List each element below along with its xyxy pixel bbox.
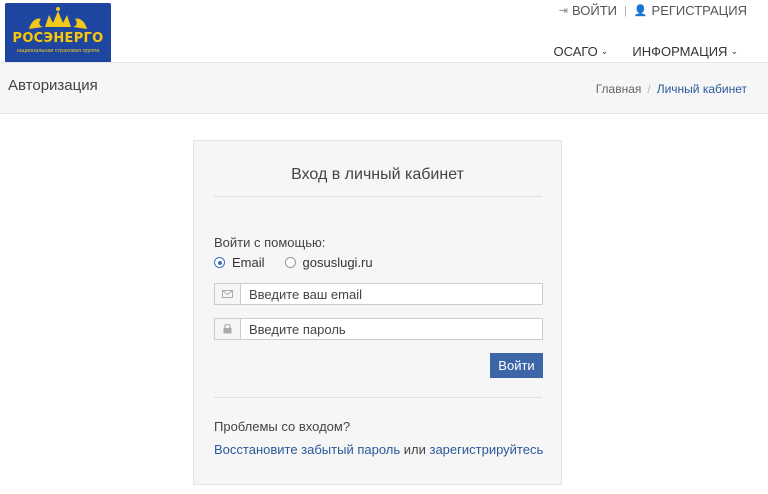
page-titlebar: Авторизация Главная / Личный кабинет	[0, 62, 768, 114]
register-link-label: РЕГИСТРАЦИЯ	[651, 3, 747, 18]
password-input-group	[214, 318, 543, 340]
login-title: Вход в личный кабинет	[291, 166, 464, 183]
login-link-label: ВОЙТИ	[572, 3, 617, 18]
radio-gosuslugi[interactable]: gosuslugi.ru	[284, 255, 373, 270]
lock-icon	[215, 319, 241, 339]
chevron-down-icon: ⌄	[730, 46, 738, 56]
divider	[214, 397, 542, 398]
user-plus-icon: 👤	[633, 5, 648, 17]
breadcrumb: Главная / Личный кабинет	[596, 82, 747, 96]
recover-line: Восстановите забытый пароль или зарегист…	[214, 442, 543, 457]
radio-unchecked-icon	[284, 257, 296, 268]
radio-checked-icon	[214, 257, 225, 268]
login-method-group: Email gosuslugi.ru	[214, 255, 393, 270]
nav-item-label: ИНФОРМАЦИЯ	[632, 44, 728, 59]
radio-email[interactable]: Email	[214, 255, 265, 270]
site-header: РОСЭНЕРГО национальная страховая группа …	[0, 0, 768, 63]
password-field[interactable]	[241, 319, 542, 339]
radio-email-label: Email	[232, 255, 265, 270]
sign-in-icon: ⇥	[558, 5, 568, 17]
nav-item-information[interactable]: ИНФОРМАЦИЯ ⌄	[632, 44, 738, 59]
top-links: ⇥ ВОЙТИ | 👤 РЕГИСТРАЦИЯ	[559, 3, 747, 18]
login-submit-button[interactable]: Войти	[490, 353, 543, 378]
or-text: или	[403, 442, 426, 457]
radio-gosuslugi-label: gosuslugi.ru	[302, 255, 373, 270]
login-problems-text: Проблемы со входом?	[214, 419, 351, 434]
recover-password-link[interactable]: Восстановите забытый пароль	[214, 442, 400, 457]
login-link[interactable]: ⇥ ВОЙТИ	[559, 3, 617, 18]
envelope-icon	[215, 284, 241, 304]
login-with-label: Войти с помощью:	[214, 235, 326, 250]
logo-text: РОСЭНЕРГО	[12, 31, 104, 46]
logo-subtitle: национальная страховая группа	[16, 48, 100, 54]
email-input-group	[214, 283, 543, 305]
email-field[interactable]	[241, 284, 542, 304]
register-link-bottom[interactable]: зарегистрируйтесь	[429, 442, 543, 457]
nav-item-osago[interactable]: ОСАГО ⌄	[553, 44, 608, 59]
breadcrumb-separator: /	[647, 82, 651, 96]
breadcrumb-home[interactable]: Главная	[596, 82, 642, 96]
main-nav: ОСАГО ⌄ ИНФОРМАЦИЯ ⌄	[529, 44, 738, 59]
chevron-down-icon: ⌄	[600, 46, 609, 56]
page-title: Авторизация	[8, 77, 98, 94]
divider	[214, 196, 542, 197]
login-card: Вход в личный кабинет Войти с помощью: E…	[193, 140, 562, 485]
nav-item-label: ОСАГО	[553, 44, 598, 59]
register-link[interactable]: 👤 РЕГИСТРАЦИЯ	[634, 3, 747, 18]
top-links-separator: |	[623, 4, 627, 17]
breadcrumb-current[interactable]: Личный кабинет	[657, 82, 747, 96]
rosenergo-logo[interactable]: РОСЭНЕРГО национальная страховая группа	[5, 3, 111, 63]
